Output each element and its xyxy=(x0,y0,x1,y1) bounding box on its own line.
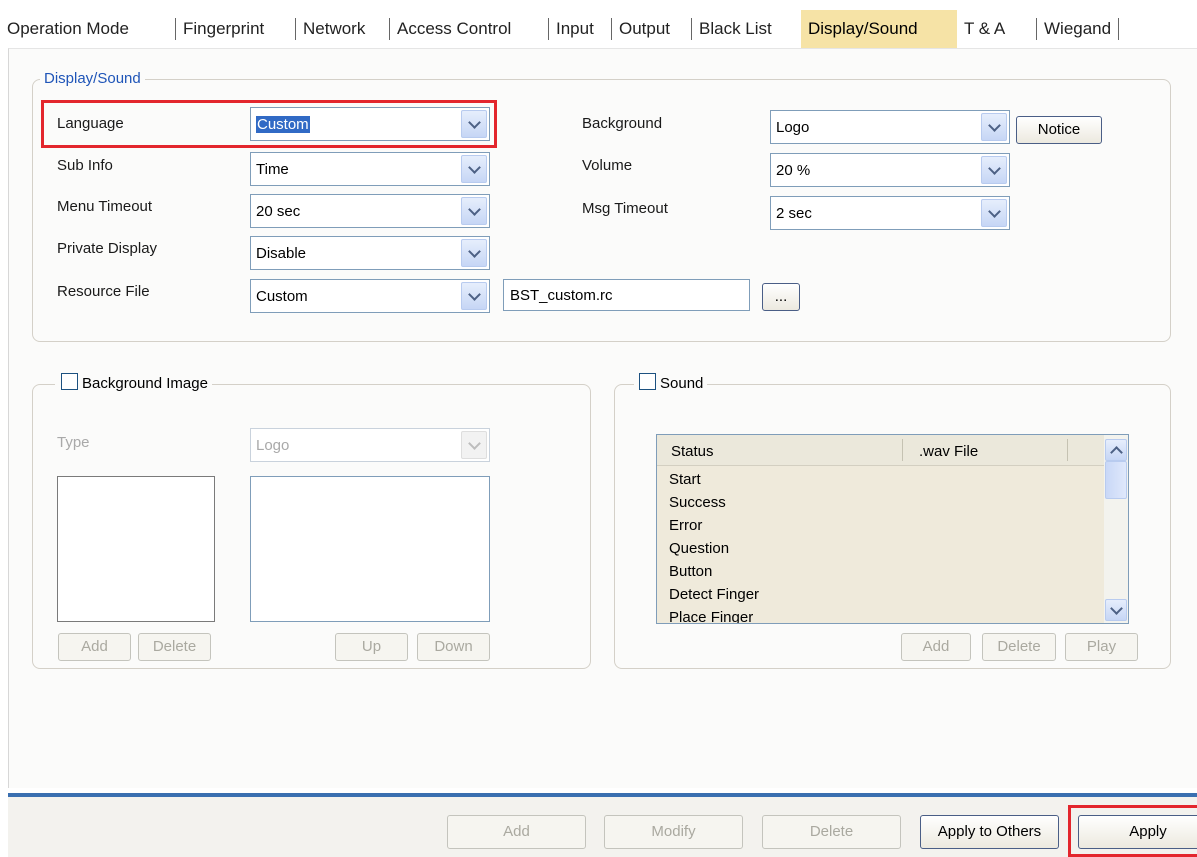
add-sound-button[interactable]: Add xyxy=(901,633,971,661)
tab-display-sound[interactable]: Display/Sound xyxy=(801,10,957,48)
wav-file-column-header[interactable]: .wav File xyxy=(919,443,978,460)
type-label: Type xyxy=(57,434,90,451)
display-sound-legend: Display/Sound xyxy=(40,70,145,87)
chevron-down-icon[interactable] xyxy=(461,197,487,225)
column-divider xyxy=(902,439,903,461)
volume-select[interactable]: 20 % xyxy=(770,153,1010,187)
sound-checkbox[interactable] xyxy=(639,373,656,390)
list-item[interactable]: Button xyxy=(669,563,712,580)
background-value: Logo xyxy=(776,119,810,136)
menu-timeout-select[interactable]: 20 sec xyxy=(250,194,490,228)
tab-output[interactable]: Output xyxy=(612,10,692,48)
tab-fingerprint[interactable]: Fingerprint xyxy=(176,10,296,48)
sound-list-header: Status .wav File xyxy=(657,435,1128,466)
down-button[interactable]: Down xyxy=(417,633,490,661)
msg-timeout-value: 2 sec xyxy=(776,205,812,222)
background-image-legend-text: Background Image xyxy=(82,375,208,392)
chevron-down-icon[interactable] xyxy=(461,431,487,459)
scroll-thumb[interactable] xyxy=(1105,461,1127,499)
up-button[interactable]: Up xyxy=(335,633,408,661)
notice-button[interactable]: Notice xyxy=(1016,116,1102,144)
list-item[interactable]: Start xyxy=(669,471,701,488)
chevron-down-icon[interactable] xyxy=(461,155,487,183)
msg-timeout-label: Msg Timeout xyxy=(582,200,668,217)
chevron-down-icon[interactable] xyxy=(981,199,1007,227)
image-preview xyxy=(57,476,215,622)
image-list[interactable] xyxy=(250,476,490,622)
column-divider xyxy=(1067,439,1068,461)
list-item[interactable]: Place Finger xyxy=(669,609,753,623)
background-label: Background xyxy=(582,115,663,132)
private-display-select[interactable]: Disable xyxy=(250,236,490,270)
chevron-down-icon[interactable] xyxy=(981,156,1007,184)
play-button[interactable]: Play xyxy=(1065,633,1138,661)
tab-black-list[interactable]: Black List xyxy=(692,10,801,48)
tab-operation-mode[interactable]: Operation Mode xyxy=(0,10,176,48)
type-select[interactable]: Logo xyxy=(250,428,490,462)
chevron-down-icon[interactable] xyxy=(461,239,487,267)
list-item[interactable]: Question xyxy=(669,540,729,557)
resource-file-select[interactable]: Custom xyxy=(250,279,490,313)
chevron-down-icon[interactable] xyxy=(981,113,1007,141)
tab-input[interactable]: Input xyxy=(549,10,612,48)
background-image-legend: Background Image xyxy=(55,373,212,392)
add-image-button[interactable]: Add xyxy=(58,633,131,661)
tab-t-and-a[interactable]: T & A xyxy=(957,10,1037,48)
background-image-checkbox[interactable] xyxy=(61,373,78,390)
status-column-header[interactable]: Status xyxy=(671,443,714,460)
background-select[interactable]: Logo xyxy=(770,110,1010,144)
resource-file-label: Resource File xyxy=(57,283,150,300)
sound-legend: Sound xyxy=(634,373,708,392)
language-highlight xyxy=(41,100,497,148)
sound-list-scrollbar[interactable] xyxy=(1104,435,1128,623)
chevron-down-icon[interactable] xyxy=(1105,599,1127,621)
sub-info-value: Time xyxy=(256,161,289,178)
tab-wiegand[interactable]: Wiegand xyxy=(1037,10,1119,48)
list-item[interactable]: Error xyxy=(669,517,702,534)
list-item[interactable]: Success xyxy=(669,494,726,511)
modify-button[interactable]: Modify xyxy=(604,815,743,849)
sound-legend-text: Sound xyxy=(660,375,704,392)
apply-highlight xyxy=(1068,805,1197,857)
tab-network[interactable]: Network xyxy=(296,10,390,48)
private-display-value: Disable xyxy=(256,245,307,262)
resource-file-path-input[interactable]: BST_custom.rc xyxy=(503,279,750,311)
chevron-up-icon[interactable] xyxy=(1105,439,1127,461)
menu-timeout-label: Menu Timeout xyxy=(57,198,153,215)
msg-timeout-select[interactable]: 2 sec xyxy=(770,196,1010,230)
volume-value: 20 % xyxy=(776,162,811,179)
type-value: Logo xyxy=(256,437,290,454)
delete-sound-button[interactable]: Delete xyxy=(982,633,1056,661)
menu-timeout-value: 20 sec xyxy=(256,203,301,220)
resource-file-value: Custom xyxy=(256,288,308,305)
delete-image-button[interactable]: Delete xyxy=(138,633,211,661)
volume-label: Volume xyxy=(582,157,633,174)
list-item[interactable]: Detect Finger xyxy=(669,586,759,603)
private-display-label: Private Display xyxy=(57,240,158,257)
sound-list[interactable]: Status .wav File Start Success Error Que… xyxy=(656,434,1129,624)
delete-button[interactable]: Delete xyxy=(762,815,901,849)
sub-info-label: Sub Info xyxy=(57,157,113,174)
sub-info-select[interactable]: Time xyxy=(250,152,490,186)
chevron-down-icon[interactable] xyxy=(461,282,487,310)
add-button[interactable]: Add xyxy=(447,815,586,849)
browse-button[interactable]: ... xyxy=(762,283,800,311)
tab-strip: Operation Mode Fingerprint Network Acces… xyxy=(0,10,1197,48)
resource-file-path-value: BST_custom.rc xyxy=(510,287,613,304)
tab-access-control[interactable]: Access Control xyxy=(390,10,549,48)
apply-to-others-button[interactable]: Apply to Others xyxy=(920,815,1059,849)
